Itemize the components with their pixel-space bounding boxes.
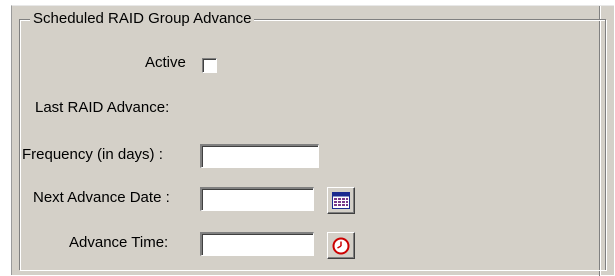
groupbox-title: Scheduled RAID Group Advance (30, 10, 255, 27)
advance-time-input[interactable] (200, 232, 314, 256)
calendar-button[interactable] (327, 187, 355, 214)
last-raid-advance-label: Last RAID Advance: (35, 99, 170, 116)
advance-time-label: Advance Time: (69, 234, 169, 251)
clock-button[interactable] (327, 232, 355, 259)
frequency-input[interactable] (200, 144, 319, 168)
next-advance-date-label: Next Advance Date : (33, 189, 170, 206)
frequency-label: Frequency (in days) : (22, 146, 163, 163)
active-checkbox[interactable] (202, 58, 217, 73)
calendar-icon (332, 192, 350, 209)
active-label: Active (145, 54, 186, 71)
next-advance-date-input[interactable] (200, 187, 314, 211)
clock-icon (332, 237, 350, 254)
